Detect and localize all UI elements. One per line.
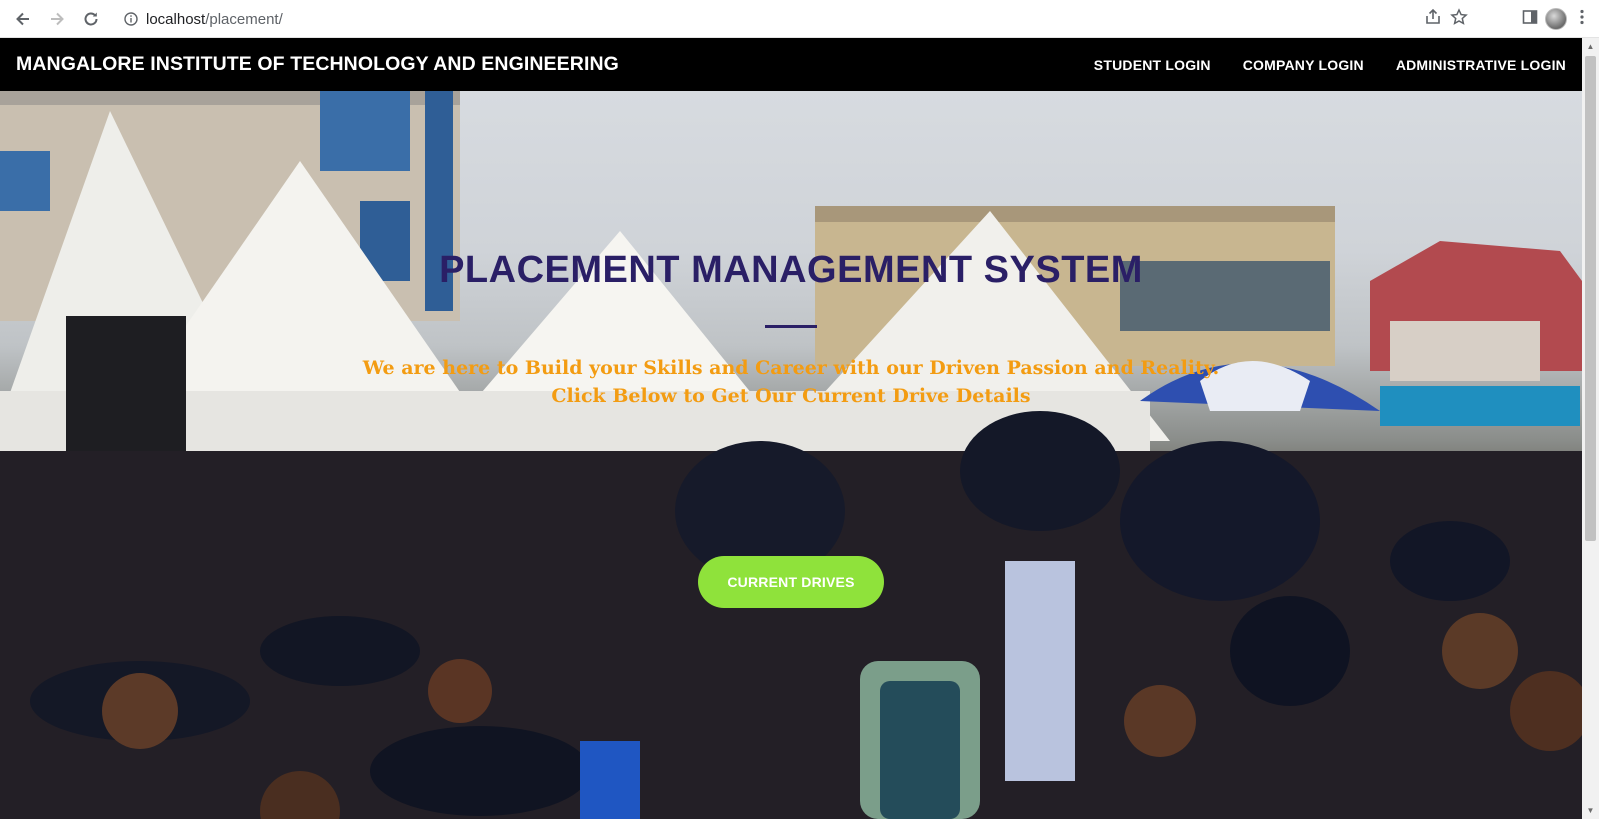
page-scrollbar[interactable]: ▲ ▼ (1582, 38, 1599, 819)
tagline-line-1: We are here to Build your Skills and Car… (362, 357, 1220, 379)
url-text[interactable]: localhost/placement/ (146, 11, 283, 28)
hero-title: PLACEMENT MANAGEMENT SYSTEM (439, 249, 1143, 291)
current-drives-button[interactable]: CURRENT DRIVES (698, 556, 884, 608)
title-divider (765, 325, 817, 328)
hero-section: PLACEMENT MANAGEMENT SYSTEM We are here … (0, 91, 1582, 819)
reload-icon[interactable] (74, 2, 108, 36)
student-login-link[interactable]: STUDENT LOGIN (1094, 57, 1211, 73)
site-brand[interactable]: MANGALORE INSTITUTE OF TECHNOLOGY AND EN… (16, 53, 619, 76)
share-icon[interactable] (1424, 8, 1442, 31)
more-menu-icon[interactable] (1573, 8, 1591, 31)
browser-toolbar: localhost/placement/ (0, 0, 1599, 38)
hero-content: PLACEMENT MANAGEMENT SYSTEM We are here … (0, 91, 1582, 819)
tagline-line-2: Click Below to Get Our Current Drive Det… (551, 385, 1031, 407)
forward-icon[interactable] (40, 2, 74, 36)
scroll-down-icon[interactable]: ▼ (1582, 802, 1599, 819)
administrative-login-link[interactable]: ADMINISTRATIVE LOGIN (1396, 57, 1566, 73)
bookmark-star-icon[interactable] (1450, 7, 1468, 31)
scroll-up-icon[interactable]: ▲ (1582, 38, 1599, 55)
main-nav: STUDENT LOGIN COMPANY LOGIN ADMINISTRATI… (1062, 57, 1566, 73)
address-bar[interactable]: localhost/placement/ (116, 4, 1472, 34)
site-info-icon[interactable] (116, 12, 146, 26)
company-login-link[interactable]: COMPANY LOGIN (1243, 57, 1364, 73)
back-icon[interactable] (6, 2, 40, 36)
url-host: localhost (146, 10, 206, 28)
scrollbar-thumb[interactable] (1585, 56, 1596, 541)
site-header: MANGALORE INSTITUTE OF TECHNOLOGY AND EN… (0, 38, 1582, 91)
side-panel-icon[interactable] (1521, 8, 1539, 31)
hero-tagline: We are here to Build your Skills and Car… (0, 354, 1582, 410)
profile-avatar[interactable] (1545, 8, 1567, 30)
url-path: /placement/ (205, 10, 283, 28)
